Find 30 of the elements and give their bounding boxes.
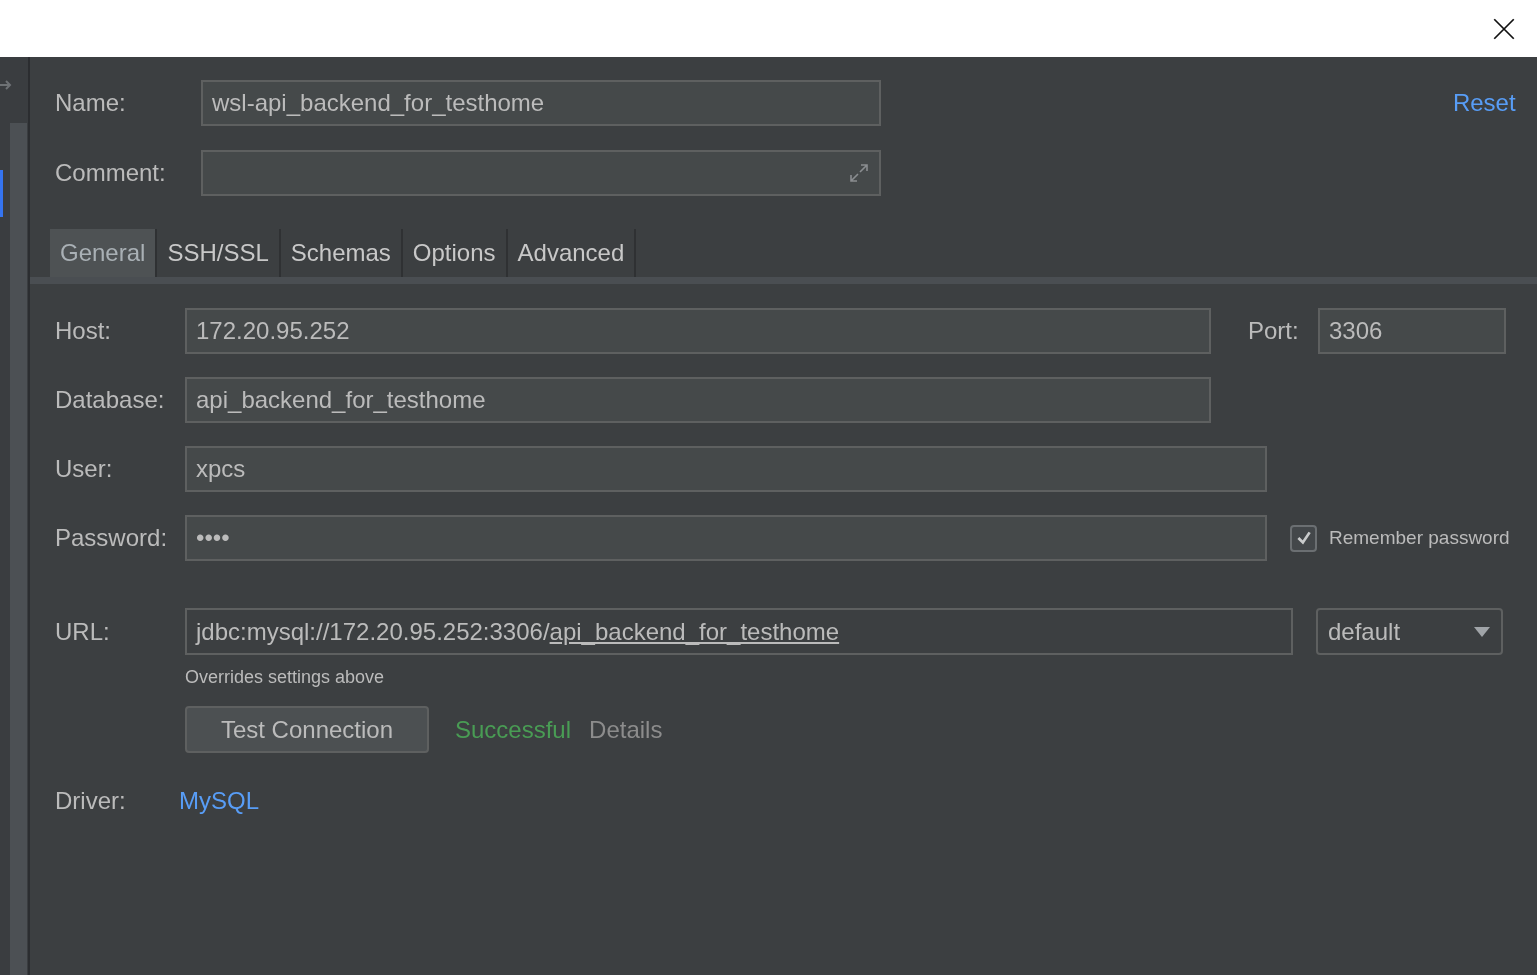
reset-link[interactable]: Reset [1452,85,1516,121]
expand-icon[interactable] [847,161,871,185]
checkbox[interactable] [1290,524,1317,552]
name-label: Name: [55,88,127,118]
password-field[interactable]: •••• [185,515,1267,561]
user-label: User: [55,454,114,484]
url-field[interactable]: jdbc:mysql://172.20.95.252:3306/api_backend_for_testhome [185,608,1293,655]
port-field[interactable]: 3306 [1318,308,1506,354]
test-connection-button[interactable]: Test Connection [185,706,429,753]
connection-status: Successful [455,714,572,745]
comment-label: Comment: [55,158,167,188]
selection-marker [0,170,3,217]
host-field[interactable]: 172.20.95.252 [185,308,1211,354]
comment-field[interactable] [201,150,881,196]
details-link[interactable]: Details [589,711,663,748]
name-field[interactable]: wsl-api_backend_for_testhome [201,80,881,126]
url-hint: Overrides settings above [185,666,386,689]
host-label: Host: [55,316,112,346]
url-type-dropdown[interactable]: default [1316,608,1503,655]
driver-link[interactable]: MySQL [179,783,259,819]
password-label: Password: [55,523,169,553]
driver-label: Driver: [55,786,127,816]
port-label: Port: [1248,316,1300,346]
remember-password-label: Remember password [1329,525,1510,550]
tab[interactable]: General [50,229,158,277]
user-field[interactable]: xpcs [185,446,1267,492]
database-label: Database: [55,385,166,415]
database-field[interactable]: api_backend_for_testhome [185,377,1211,423]
url-label: URL: [55,616,111,647]
dropdown-arrow-icon [1473,626,1491,637]
